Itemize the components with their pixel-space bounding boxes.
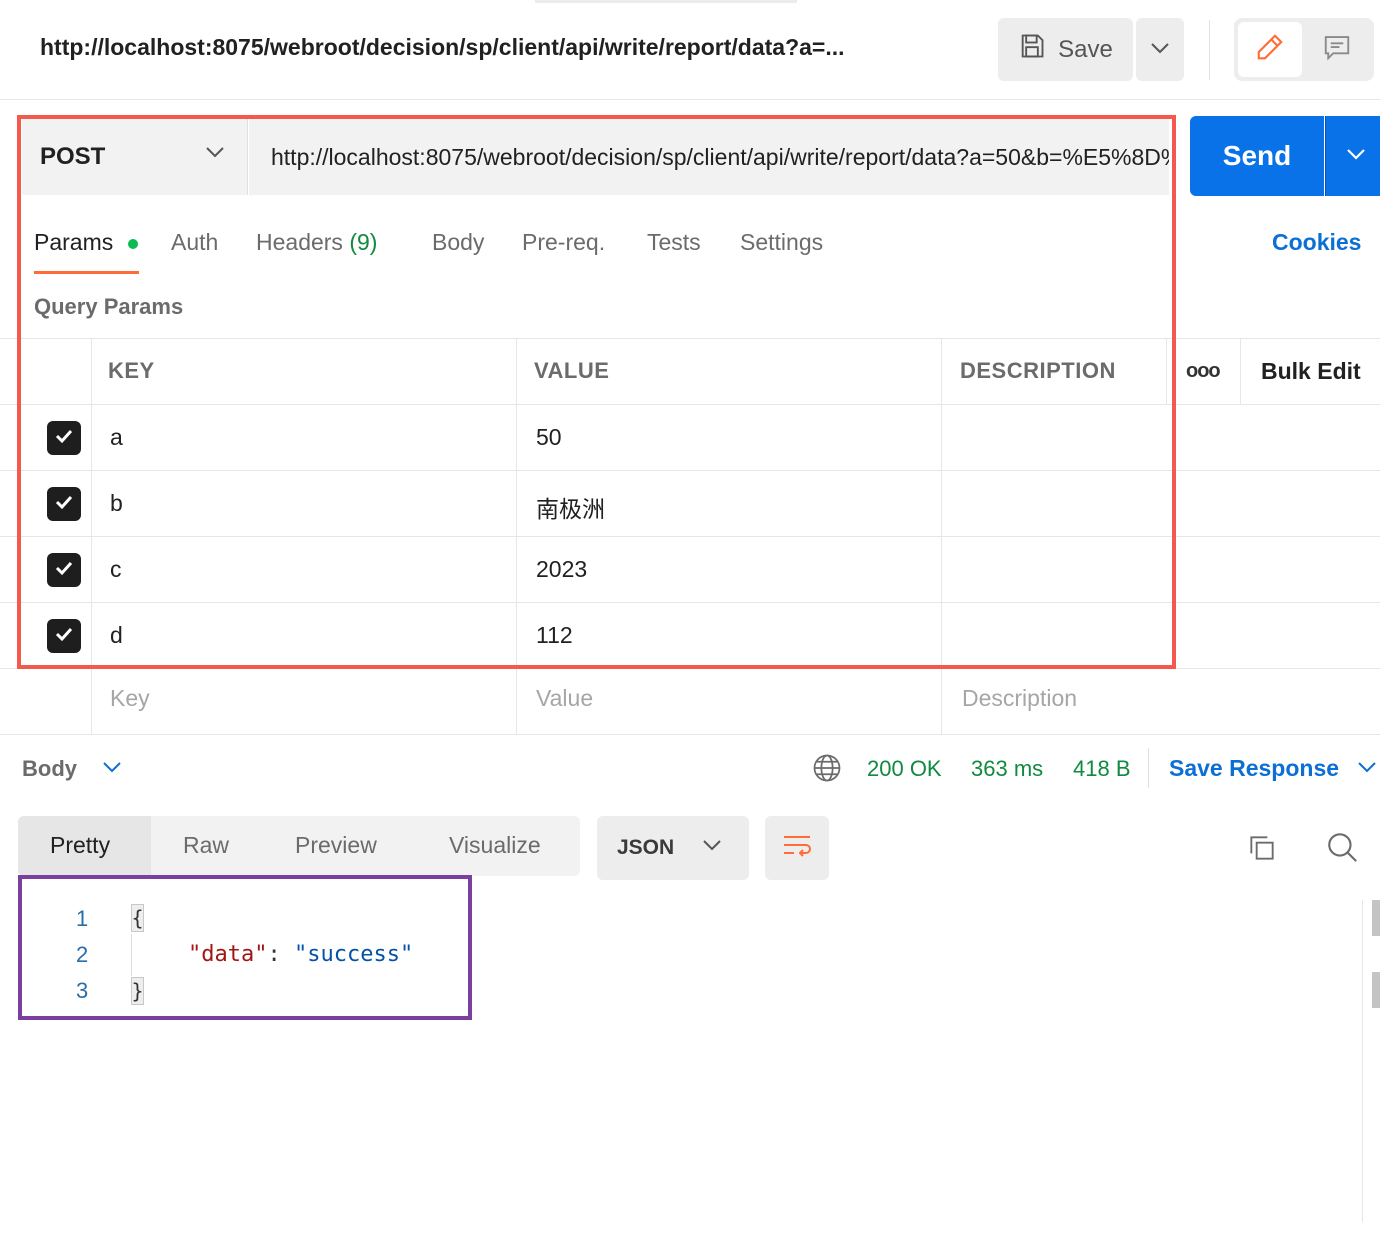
send-options-button[interactable]: [1325, 116, 1380, 196]
chevron-down-icon: [702, 838, 722, 856]
column-divider: [1240, 338, 1241, 404]
toolbar-divider: [1209, 20, 1210, 80]
cookies-link[interactable]: Cookies: [1272, 229, 1361, 256]
chevron-down-icon[interactable]: [102, 760, 122, 778]
globe-icon[interactable]: [812, 753, 842, 788]
save-response-button[interactable]: Save Response: [1169, 755, 1339, 782]
response-size[interactable]: 418 B: [1073, 756, 1131, 782]
format-select[interactable]: JSON: [597, 816, 749, 880]
chevron-down-icon: [1150, 41, 1170, 59]
response-divider: [1148, 748, 1149, 788]
chevron-down-icon: [1346, 147, 1366, 165]
wrap-lines-icon: [781, 832, 813, 865]
format-label: JSON: [617, 836, 675, 859]
highlight-box-request: [17, 115, 1176, 669]
scrollbar-marker: [1372, 900, 1380, 936]
comment-icon: [1322, 32, 1352, 67]
view-tab-pretty[interactable]: Pretty: [50, 832, 110, 859]
save-button-label: Save: [1058, 35, 1113, 63]
save-options-button[interactable]: [1136, 18, 1184, 81]
response-time[interactable]: 363 ms: [971, 756, 1043, 782]
edit-mode-button[interactable]: [1238, 22, 1302, 77]
active-tab-indicator: [535, 0, 797, 3]
pencil-icon: [1255, 32, 1285, 67]
new-description-input[interactable]: Description: [962, 685, 1077, 712]
response-status[interactable]: 200 OK: [867, 756, 942, 782]
copy-icon[interactable]: [1246, 832, 1278, 869]
request-title[interactable]: http://localhost:8075/webroot/decision/s…: [40, 34, 845, 61]
send-button[interactable]: Send: [1190, 116, 1324, 196]
scrollbar-track[interactable]: [1362, 900, 1363, 1222]
more-options-icon[interactable]: ooo: [1186, 360, 1221, 383]
new-value-input[interactable]: Value: [536, 685, 593, 712]
view-tab-visualize[interactable]: Visualize: [449, 832, 541, 859]
comments-button[interactable]: [1306, 22, 1368, 77]
new-key-input[interactable]: Key: [110, 685, 150, 712]
table-border: [0, 734, 1380, 735]
chevron-down-icon[interactable]: [1357, 760, 1377, 778]
view-tab-raw[interactable]: Raw: [183, 832, 229, 859]
response-body-label[interactable]: Body: [22, 756, 77, 782]
view-tab-preview[interactable]: Preview: [295, 832, 377, 859]
scrollbar-marker: [1372, 972, 1380, 1008]
wrap-lines-button[interactable]: [765, 816, 829, 880]
save-icon: [1018, 32, 1046, 67]
bulk-edit-button[interactable]: Bulk Edit: [1261, 358, 1361, 385]
save-button[interactable]: Save: [998, 18, 1133, 81]
highlight-box-response: [18, 875, 472, 1020]
search-icon[interactable]: [1325, 830, 1359, 869]
